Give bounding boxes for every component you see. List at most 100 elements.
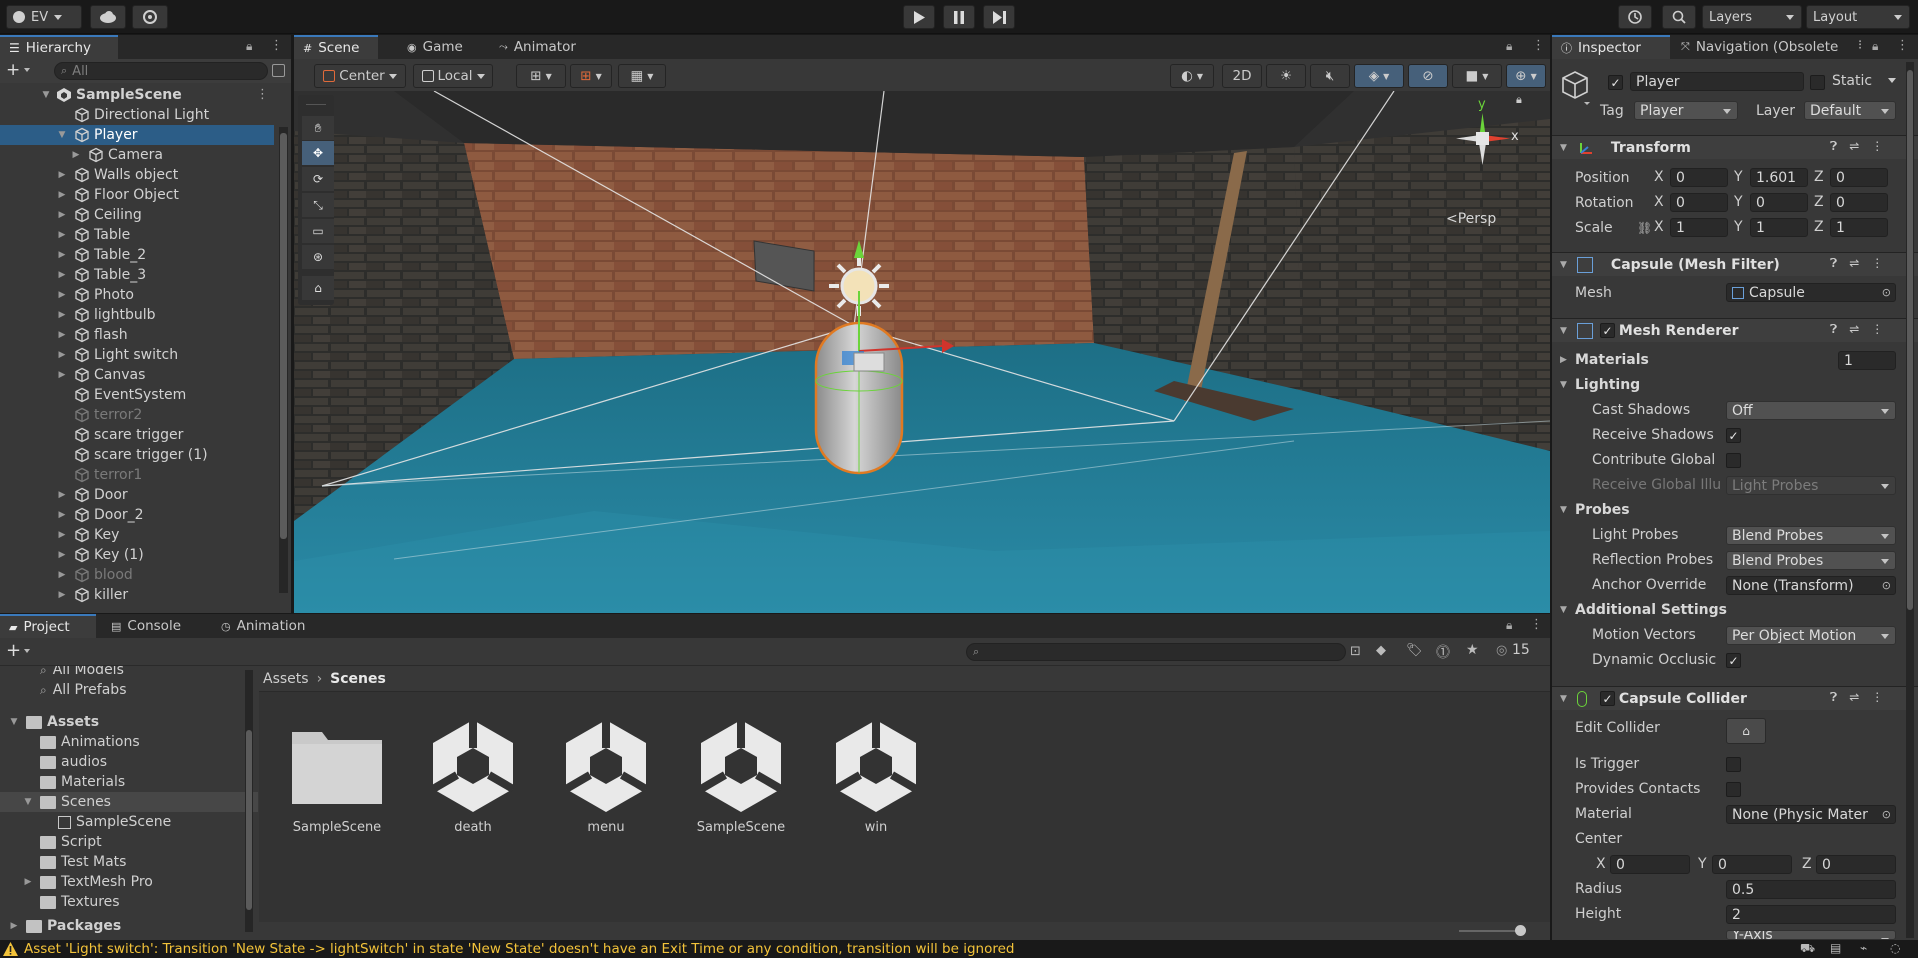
foldout-arrow-icon[interactable]: ▶: [56, 269, 68, 281]
hierarchy-item[interactable]: ▶ Walls object: [0, 165, 274, 185]
hierarchy-scrollbar[interactable]: [279, 127, 288, 593]
hierarchy-item[interactable]: EventSystem: [0, 385, 274, 405]
hierarchy-item[interactable]: ▶ Canvas: [0, 365, 274, 385]
foldout-arrow-icon[interactable]: ▶: [56, 229, 68, 241]
materials-count-field[interactable]: 1: [1838, 351, 1896, 370]
folder-item[interactable]: Materials: [0, 772, 258, 792]
foldout-arrow-icon[interactable]: ▶: [56, 589, 68, 601]
rotation-x-field[interactable]: 0: [1670, 193, 1728, 212]
preset-icon[interactable]: ⇌: [1849, 256, 1859, 271]
hidden-objects-toggle[interactable]: ⊘: [1408, 64, 1448, 88]
cache-server-icon[interactable]: ▤: [1830, 941, 1841, 955]
kebab-menu-icon[interactable]: ⋮: [1896, 38, 1909, 53]
scrollbar-thumb[interactable]: [246, 730, 252, 910]
chevron-down-icon[interactable]: [24, 649, 30, 653]
hierarchy-item[interactable]: ▶ Table_2: [0, 245, 274, 265]
play-button[interactable]: [903, 5, 935, 29]
scale-y-axis-label[interactable]: Y: [1734, 219, 1743, 235]
scale-z-field[interactable]: 1: [1830, 218, 1888, 237]
tab-project[interactable]: ▰ Project: [0, 614, 96, 638]
kebab-menu-icon[interactable]: ⋮: [256, 87, 269, 102]
rotation-x-axis-label[interactable]: X: [1654, 194, 1664, 210]
scale-y-field[interactable]: 1: [1750, 218, 1808, 237]
grid-snap-button[interactable]: ⊞ ▼: [516, 64, 566, 88]
kebab-menu-icon[interactable]: ⋮: [1532, 38, 1545, 53]
chevron-down-icon[interactable]: [24, 68, 30, 72]
preset-icon[interactable]: ⇌: [1849, 322, 1859, 337]
center-y-axis-label[interactable]: Y: [1698, 856, 1707, 872]
rotate-tool[interactable]: ⟳: [302, 167, 334, 191]
kebab-menu-icon[interactable]: ⋮: [1871, 690, 1883, 705]
asset-tile[interactable]: win: [821, 708, 931, 844]
progress-icon[interactable]: ⛟: [1800, 941, 1815, 957]
zoom-slider-track[interactable]: [1459, 930, 1519, 932]
foldout-arrow-icon[interactable]: ▶: [56, 549, 68, 561]
palette-handle[interactable]: [306, 95, 326, 105]
history-button[interactable]: [1618, 5, 1652, 29]
cast-shadows-dropdown[interactable]: Off: [1726, 401, 1896, 420]
toggle-2d-button[interactable]: 2D: [1222, 64, 1262, 88]
foldout-arrow-icon[interactable]: ▼: [1560, 605, 1567, 615]
hierarchy-item[interactable]: ▶ Table: [0, 225, 274, 245]
center-x-field[interactable]: 0: [1610, 855, 1690, 874]
foldout-arrow-icon[interactable]: ▶: [56, 509, 68, 521]
center-x-axis-label[interactable]: X: [1596, 856, 1606, 872]
help-icon[interactable]: ❓︎: [1830, 690, 1837, 705]
object-name-field[interactable]: Player: [1630, 72, 1804, 91]
tab-console[interactable]: ▤ Console: [102, 614, 190, 638]
grid-visibility-button[interactable]: ▦ ▼: [618, 64, 666, 88]
center-z-field[interactable]: 0: [1816, 855, 1896, 874]
search-button[interactable]: [1662, 5, 1696, 29]
status-bar[interactable]: Asset 'Light switch': Transition 'New St…: [0, 940, 1918, 958]
tab-animator[interactable]: ⤳ Animator: [490, 35, 585, 59]
layer-dropdown[interactable]: Default: [1804, 101, 1896, 120]
object-picker-icon[interactable]: ⊙: [1882, 579, 1891, 592]
help-icon[interactable]: ❓︎: [1830, 322, 1837, 337]
scene-root[interactable]: ▼ SampleScene: [0, 85, 274, 105]
physic-material-field[interactable]: None (Physic Mater ⊙: [1726, 805, 1896, 824]
static-dropdown-chevron-icon[interactable]: [1888, 78, 1896, 83]
hierarchy-item[interactable]: scare trigger: [0, 425, 274, 445]
anchor-override-field[interactable]: None (Transform) ⊙: [1726, 576, 1896, 595]
folder-item[interactable]: ▼ Scenes: [0, 792, 258, 812]
light-probes-dropdown[interactable]: Blend Probes: [1726, 526, 1896, 545]
scene-viewport[interactable]: y x 🔒︎ <Persp: [294, 91, 1550, 613]
rotation-z-axis-label[interactable]: Z: [1814, 194, 1824, 210]
hierarchy-item[interactable]: ▶ Camera: [0, 145, 274, 165]
space-dropdown[interactable]: Local: [413, 64, 493, 88]
foldout-arrow-icon[interactable]: ▶: [56, 349, 68, 361]
tab-game[interactable]: ◉ Game: [398, 35, 472, 59]
tab-inspector[interactable]: ⓘ Inspector: [1552, 35, 1670, 59]
layers-dropdown[interactable]: Layers: [1702, 5, 1802, 29]
edit-collider-button[interactable]: ⌂: [1726, 718, 1766, 744]
hierarchy-item[interactable]: scare trigger (1): [0, 445, 274, 465]
scale-x-axis-label[interactable]: X: [1654, 219, 1664, 235]
effects-dropdown[interactable]: ◈ ▼: [1354, 64, 1404, 88]
provides-contacts-checkbox[interactable]: [1726, 782, 1741, 797]
direction-dropdown[interactable]: Y-Axis: [1726, 930, 1896, 940]
asset-tile[interactable]: death: [418, 708, 528, 844]
foldout-arrow-icon[interactable]: ▶: [56, 309, 68, 321]
foldout-arrow-icon[interactable]: ▶: [56, 289, 68, 301]
preset-icon[interactable]: ⇌: [1849, 690, 1859, 705]
foldout-arrow-icon[interactable]: ▶: [1560, 355, 1567, 365]
lock-icon[interactable]: 🔒︎: [1872, 39, 1878, 54]
kebab-menu-icon[interactable]: ⋮: [1871, 256, 1883, 271]
lock-icon[interactable]: 🔒︎: [246, 39, 252, 54]
mesh-renderer-enabled-checkbox[interactable]: ✓: [1600, 323, 1615, 338]
motion-vectors-dropdown[interactable]: Per Object Motion: [1726, 626, 1896, 645]
position-x-field[interactable]: 0: [1670, 168, 1728, 187]
folder-item[interactable]: Script: [0, 832, 258, 852]
foldout-arrow-icon[interactable]: ▶: [56, 569, 68, 581]
hierarchy-item[interactable]: ▶ lightbulb: [0, 305, 274, 325]
mesh-object-field[interactable]: Capsule ⊙: [1726, 283, 1896, 302]
hierarchy-item[interactable]: ▶ Light switch: [0, 345, 274, 365]
account-dropdown[interactable]: EV: [6, 5, 82, 29]
inspector-scrollbar[interactable]: [1906, 62, 1914, 938]
radius-field[interactable]: 0.5: [1726, 880, 1896, 899]
rotation-y-field[interactable]: 0: [1750, 193, 1808, 212]
is-trigger-checkbox[interactable]: [1726, 757, 1741, 772]
folder-item[interactable]: Test Mats: [0, 852, 258, 872]
folder-item[interactable]: Textures: [0, 892, 258, 912]
object-picker-icon[interactable]: ⊙: [1882, 286, 1891, 299]
